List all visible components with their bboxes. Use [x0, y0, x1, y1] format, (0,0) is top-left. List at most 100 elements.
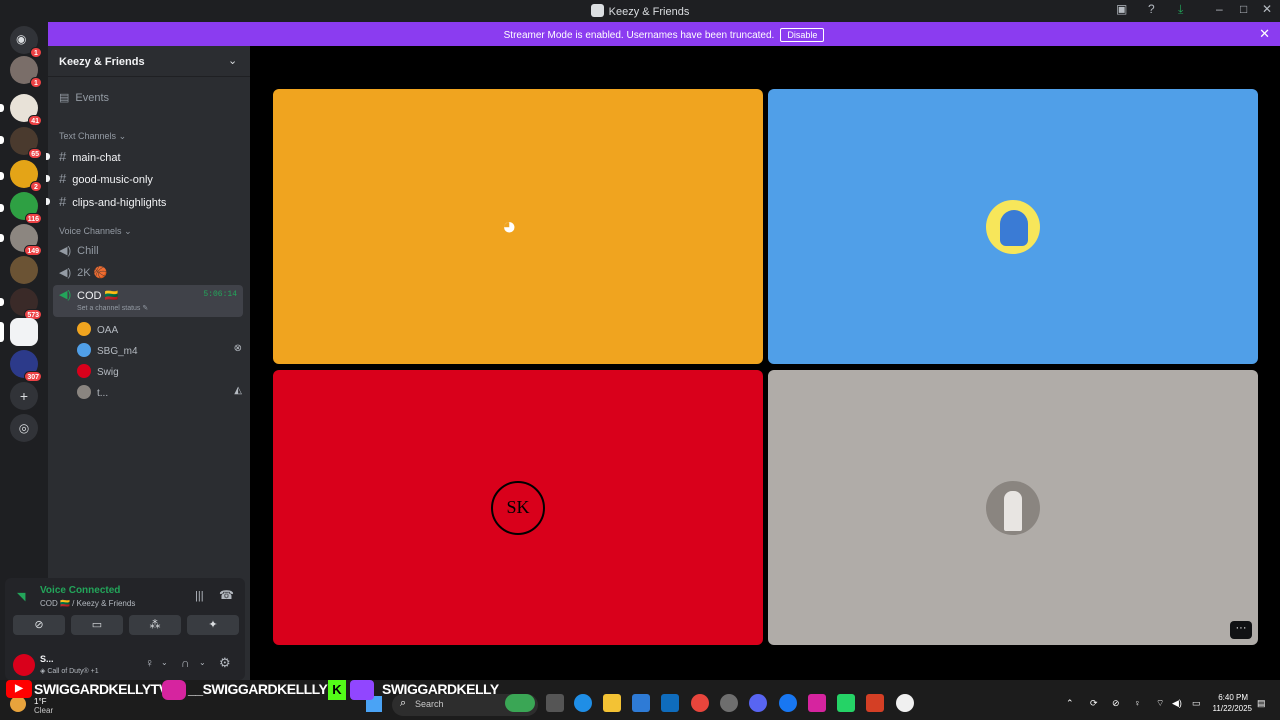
- unread-pill: [0, 136, 4, 144]
- channel-status[interactable]: Set a channel status ✎: [77, 304, 148, 312]
- headphones-icon[interactable]: ∩: [181, 656, 190, 670]
- dm-avatar[interactable]: 1: [10, 56, 42, 88]
- twitch-handle: SWIGGARDKELLY: [382, 681, 499, 697]
- voice-user[interactable]: t... ◭: [77, 385, 242, 399]
- network-off-icon[interactable]: ⊘: [1112, 698, 1120, 709]
- voice-user[interactable]: Swig: [77, 364, 119, 378]
- add-server-icon[interactable]: +: [10, 382, 38, 410]
- voice-user[interactable]: SBG_m4 ⊗: [77, 343, 242, 357]
- server-icon[interactable]: 2: [10, 160, 42, 192]
- activities-button[interactable]: ⁂: [129, 615, 181, 635]
- noise-suppression-icon[interactable]: |||: [195, 590, 204, 602]
- more-options-button[interactable]: ···: [1230, 621, 1252, 639]
- disconnect-icon[interactable]: ☎: [219, 588, 234, 602]
- window-title: Keezy & Friends: [0, 4, 1280, 18]
- server-icon[interactable]: 65: [10, 127, 42, 159]
- chevron-down-icon[interactable]: ⌄: [161, 658, 168, 667]
- video-tile[interactable]: [768, 89, 1258, 364]
- channel-main-chat[interactable]: # main-chat: [59, 149, 121, 164]
- badge: 41: [28, 115, 42, 126]
- activities-icon: ⁂: [149, 619, 161, 631]
- voice-channel-chill[interactable]: ◀) Chill: [59, 244, 99, 257]
- discover-icon[interactable]: ◎: [10, 414, 38, 442]
- chevron-down-icon[interactable]: ⌄: [228, 54, 237, 67]
- speaker-icon: ◀): [59, 267, 72, 279]
- game-sticker-icon: [505, 694, 535, 712]
- voice-user[interactable]: OAA: [77, 322, 118, 336]
- notification-icon[interactable]: ▤: [1257, 698, 1266, 709]
- avatar[interactable]: [13, 654, 35, 676]
- microphone-icon[interactable]: ♀: [1134, 698, 1141, 708]
- discord-app-icon[interactable]: [749, 694, 767, 712]
- whatsapp-icon[interactable]: [837, 694, 855, 712]
- channel-clips-and-highlights[interactable]: # clips-and-highlights: [59, 194, 166, 209]
- soundboard-button[interactable]: ✦: [187, 615, 239, 635]
- banner-close-icon[interactable]: ✕: [1259, 26, 1270, 42]
- microphone-icon[interactable]: ♀: [145, 656, 154, 670]
- server-icon[interactable]: 116: [10, 192, 42, 224]
- inbox-icon[interactable]: ▣: [1116, 2, 1127, 16]
- server-icon[interactable]: 41: [10, 94, 42, 126]
- wifi-icon[interactable]: ⌔: [1156, 698, 1164, 709]
- instagram-app-icon[interactable]: [808, 694, 826, 712]
- server-icon[interactable]: 307: [10, 350, 42, 382]
- disable-button[interactable]: Disable: [780, 28, 825, 42]
- mascot-icon: [1000, 209, 1028, 246]
- share-screen-button[interactable]: ▭: [71, 615, 123, 635]
- server-icon[interactable]: 149: [10, 224, 42, 256]
- search-icon: ⌕: [400, 697, 407, 709]
- badge: 149: [24, 245, 42, 256]
- camera-button[interactable]: ⊘: [13, 615, 65, 635]
- close-app-icon[interactable]: [866, 694, 884, 712]
- chevron-up-icon[interactable]: ⌃: [1066, 698, 1074, 709]
- sync-icon[interactable]: ⟳: [1090, 698, 1098, 709]
- video-tile[interactable]: ◕: [273, 89, 763, 364]
- avatar: [77, 343, 91, 357]
- battery-icon[interactable]: ▭: [1192, 698, 1201, 709]
- help-icon[interactable]: ?: [1148, 2, 1155, 16]
- edge-icon[interactable]: [574, 694, 592, 712]
- facebook-icon[interactable]: [779, 694, 797, 712]
- server-icon[interactable]: [10, 256, 38, 284]
- close-window-button[interactable]: ✕: [1262, 2, 1272, 16]
- file-explorer-icon[interactable]: [603, 694, 621, 712]
- chevron-down-icon: ⌄: [118, 131, 127, 141]
- clock-time[interactable]: 6:40 PM: [1214, 693, 1248, 702]
- keezy-server-icon[interactable]: [10, 318, 38, 346]
- sk-logo-icon: SK: [506, 496, 530, 517]
- task-view-icon[interactable]: [546, 694, 564, 712]
- minimize-button[interactable]: –: [1216, 2, 1223, 16]
- maximize-button[interactable]: □: [1240, 2, 1247, 16]
- settings-app-icon[interactable]: [720, 694, 738, 712]
- weather-temp: 1°F: [34, 697, 47, 706]
- avatar: SK: [491, 480, 545, 535]
- events-item[interactable]: ▤ Events: [59, 91, 109, 104]
- volume-icon[interactable]: ◀): [1172, 698, 1182, 709]
- voice-location[interactable]: COD 🇱🇹 / Keezy & Friends: [40, 599, 135, 608]
- download-icon[interactable]: ⤓: [1178, 2, 1183, 17]
- youtube-handle: SWIGGARDKELLYTV: [34, 681, 168, 697]
- chrome-icon[interactable]: [691, 694, 709, 712]
- badge: 2: [30, 181, 42, 192]
- voice-channel-cod[interactable]: ◀) COD 🇱🇹 5:06:14 Set a channel status ✎: [53, 285, 243, 317]
- home-button[interactable]: ◉ 1: [10, 26, 42, 58]
- server-name[interactable]: Keezy & Friends: [59, 56, 145, 68]
- clock-date[interactable]: 11/22/2025: [1206, 704, 1252, 713]
- voice-channel-2k[interactable]: ◀) 2K 🏀: [59, 266, 107, 279]
- obs-icon[interactable]: [896, 694, 914, 712]
- video-tile[interactable]: ···: [768, 370, 1258, 645]
- channel-good-music-only[interactable]: # good-music-only: [59, 171, 153, 186]
- server-icon[interactable]: 573: [10, 288, 42, 320]
- chevron-down-icon[interactable]: ⌄: [199, 658, 206, 667]
- text-channels-category[interactable]: Text Channels ⌄: [59, 131, 126, 142]
- outlook-icon[interactable]: [661, 694, 679, 712]
- username: S...: [40, 654, 54, 664]
- settings-icon[interactable]: ⚙: [219, 655, 231, 671]
- store-icon[interactable]: [632, 694, 650, 712]
- voice-channels-category[interactable]: Voice Channels ⌄: [59, 226, 132, 237]
- voice-connected-label[interactable]: Voice Connected: [40, 585, 120, 596]
- screen-share-icon: ▭: [91, 619, 103, 631]
- avatar: [77, 385, 91, 399]
- video-tile[interactable]: SK: [273, 370, 763, 645]
- chevron-down-icon: ⌄: [124, 226, 132, 236]
